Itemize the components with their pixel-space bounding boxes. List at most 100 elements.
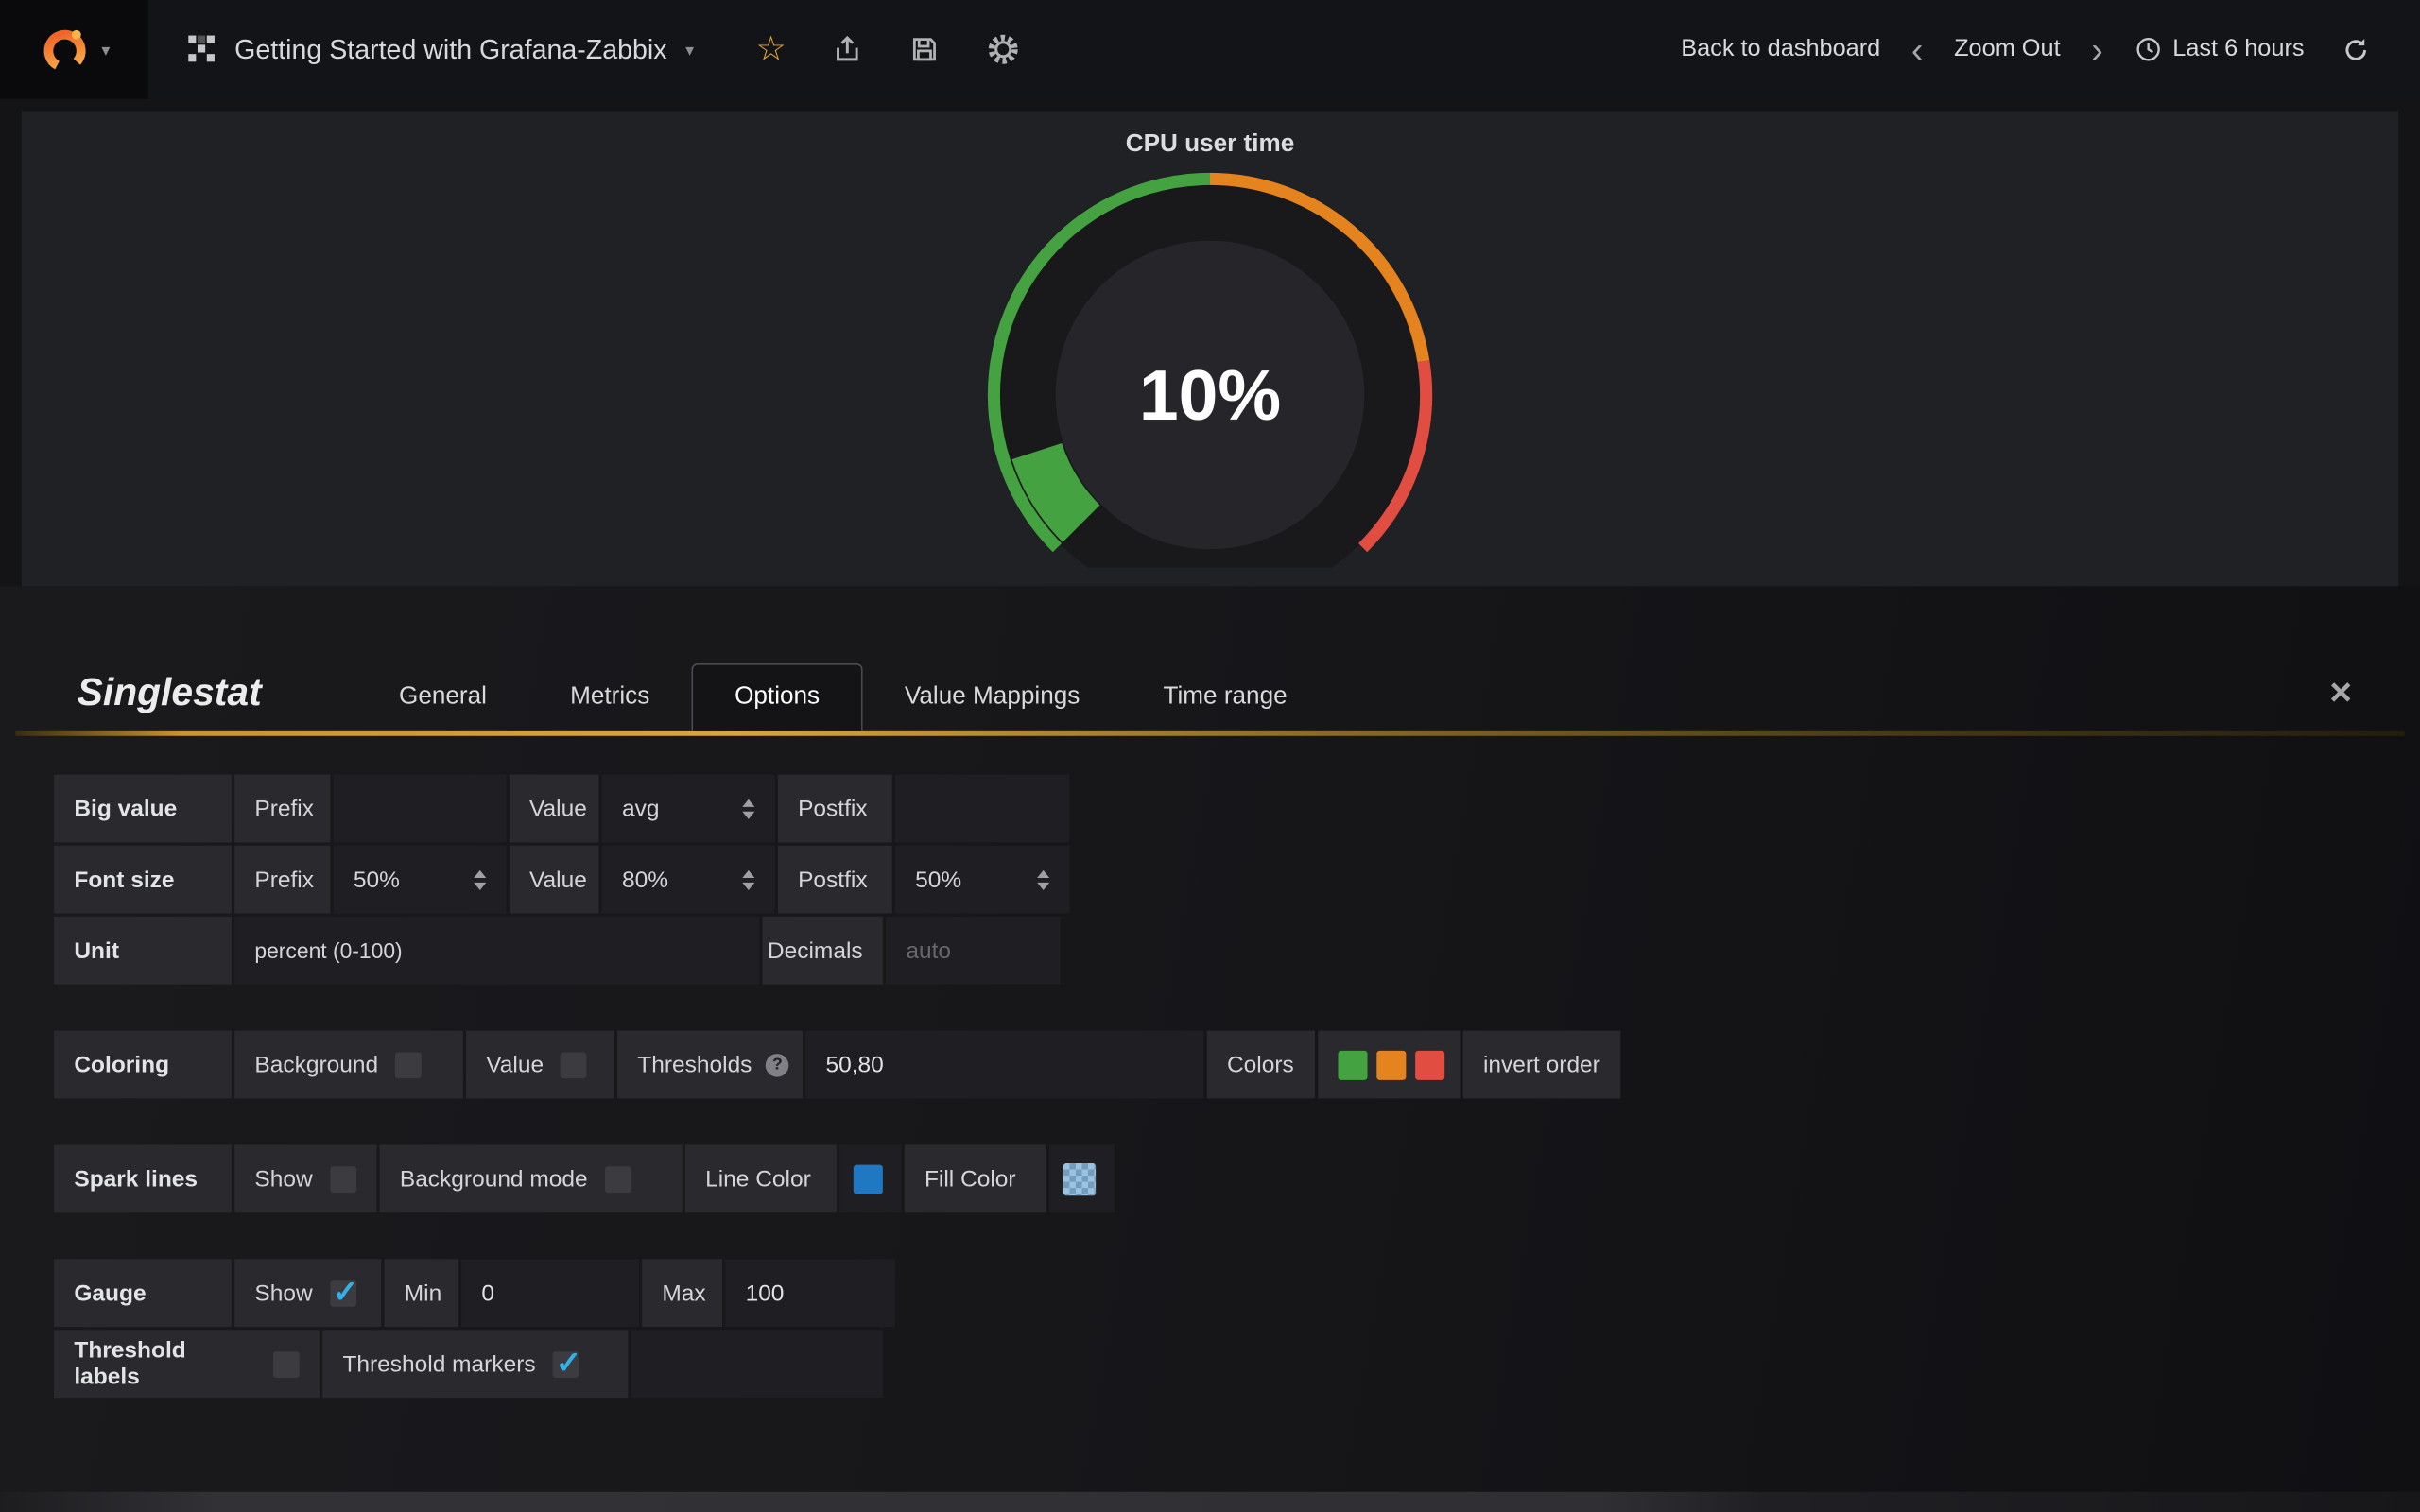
stepper-icon	[742, 799, 754, 818]
fill-color-overlay	[1063, 1162, 1096, 1194]
color-swatch-orange[interactable]	[1376, 1050, 1406, 1079]
fill-color-label: Fill Color	[905, 1144, 1046, 1212]
unit-value: percent (0-100)	[254, 938, 402, 963]
stepper-icon	[1037, 869, 1049, 889]
color-swatch-green[interactable]	[1339, 1050, 1368, 1079]
threshold-labels-checkbox[interactable]	[273, 1350, 300, 1377]
time-range-picker[interactable]: Last 6 hours	[2116, 36, 2323, 63]
time-shift-right-icon[interactable]: ›	[2079, 31, 2116, 67]
prefix-input[interactable]	[354, 796, 486, 822]
value-size-select[interactable]: 80%	[602, 846, 775, 914]
decimals-input[interactable]	[906, 937, 1040, 964]
navbar-right: Back to dashboard ‹ Zoom Out › Last 6 ho…	[1663, 31, 2420, 67]
postfix-input[interactable]	[915, 796, 1049, 822]
threshold-display-row: Threshold labels Threshold markers	[54, 1330, 2420, 1398]
font-value-label: Value	[510, 846, 599, 914]
big-value-label: Big value	[54, 775, 232, 843]
dashboard-actions: ☆	[755, 32, 1020, 66]
panel-title[interactable]: CPU user time	[22, 112, 2398, 160]
grafana-app: ▾ Getting Started with Grafana-Zabbix ▾ …	[0, 0, 2420, 1512]
panel-type-title: Singlestat	[78, 671, 262, 715]
tab-time-range[interactable]: Time range	[1121, 665, 1328, 731]
time-shift-left-icon[interactable]: ‹	[1899, 31, 1936, 67]
max-input[interactable]	[746, 1280, 875, 1306]
thresholds-help-icon[interactable]: ?	[766, 1053, 788, 1075]
threshold-markers-checkbox[interactable]	[553, 1350, 579, 1377]
fill-color-cell	[1049, 1144, 1115, 1212]
dashboard-caret-icon: ▾	[685, 40, 694, 60]
gauge-show-cell: Show	[234, 1259, 381, 1327]
max-input-cell	[725, 1259, 895, 1327]
back-to-dashboard-label: Back to dashboard	[1681, 36, 1880, 63]
threshold-markers-cell: Threshold markers	[322, 1330, 628, 1398]
coloring-background-checkbox[interactable]	[395, 1052, 422, 1078]
font-size-row: Font size Prefix 50% Value 80% Postfix	[54, 846, 2420, 914]
postfix-size-value: 50%	[915, 867, 961, 893]
invert-order-button[interactable]: invert order	[1463, 1031, 1621, 1099]
share-icon[interactable]	[833, 34, 864, 65]
star-icon[interactable]: ☆	[755, 32, 786, 66]
postfix-size-select[interactable]: 50%	[895, 846, 1069, 914]
line-color-label: Line Color	[685, 1144, 837, 1212]
bottom-panel-edge	[0, 1492, 2420, 1512]
decimals-input-cell	[886, 917, 1060, 985]
line-color-swatch[interactable]	[854, 1164, 883, 1194]
gauge-show-checkbox[interactable]	[330, 1280, 356, 1306]
save-icon[interactable]	[909, 34, 941, 65]
clock-icon	[2134, 36, 2161, 63]
editor-tabs: General Metrics Options Value Mappings T…	[357, 663, 1329, 731]
background-mode-checkbox[interactable]	[605, 1165, 631, 1192]
tab-value-mappings[interactable]: Value Mappings	[863, 665, 1122, 731]
threshold-labels-cell: Threshold labels	[54, 1330, 320, 1398]
coloring-background-cell: Background	[234, 1031, 463, 1099]
logo-caret-icon: ▾	[101, 40, 110, 60]
dashboard-grid-icon	[188, 36, 216, 63]
zoom-out-button[interactable]: Zoom Out	[1935, 36, 2079, 63]
value-size-value: 80%	[622, 867, 668, 893]
gauge-value-text: 10%	[1139, 355, 1281, 435]
coloring-row: Coloring Background Value Thresholds ? C…	[54, 1031, 2420, 1099]
fill-color-swatch[interactable]	[1063, 1162, 1096, 1194]
colors-label: Colors	[1207, 1031, 1315, 1099]
refresh-button[interactable]	[2323, 35, 2389, 64]
prefix-size-select[interactable]: 50%	[334, 846, 507, 914]
gauge-empty-cell	[631, 1330, 883, 1398]
spark-lines-group: Spark lines Show Background mode Line Co…	[54, 1144, 2420, 1212]
thresholds-label-cell: Thresholds ?	[617, 1031, 803, 1099]
tab-options[interactable]: Options	[691, 663, 862, 731]
gauge-label: Gauge	[54, 1259, 232, 1327]
postfix-label: Postfix	[778, 775, 892, 843]
font-size-label: Font size	[54, 846, 232, 914]
value-stat-select[interactable]: avg	[602, 775, 775, 843]
tab-general[interactable]: General	[357, 665, 528, 731]
min-input[interactable]	[481, 1280, 618, 1306]
font-postfix-label: Postfix	[778, 846, 892, 914]
unit-select[interactable]: percent (0-100)	[234, 917, 759, 985]
grafana-flame-icon	[38, 23, 91, 76]
editor-header: Singlestat General Metrics Options Value…	[0, 642, 2420, 731]
panel-editor: Singlestat General Metrics Options Value…	[0, 586, 2420, 1512]
spark-show-checkbox[interactable]	[330, 1165, 356, 1192]
back-to-dashboard-button[interactable]: Back to dashboard	[1663, 36, 1899, 63]
grafana-logo-menu[interactable]: ▾	[0, 0, 148, 98]
unit-label: Unit	[54, 917, 232, 985]
thresholds-input[interactable]	[825, 1052, 1184, 1078]
coloring-label: Coloring	[54, 1031, 232, 1099]
coloring-value-checkbox[interactable]	[561, 1052, 587, 1078]
coloring-group: Coloring Background Value Thresholds ? C…	[54, 1031, 2420, 1099]
line-color-cell	[839, 1144, 901, 1212]
decimals-label: Decimals	[763, 917, 883, 985]
color-swatch-red[interactable]	[1415, 1050, 1444, 1079]
min-label: Min	[385, 1259, 458, 1327]
settings-gear-icon[interactable]	[987, 32, 1021, 66]
invert-order-label: invert order	[1483, 1052, 1600, 1078]
singlestat-panel: CPU user time 10%	[22, 112, 2398, 587]
prefix-size-value: 50%	[354, 867, 400, 893]
dashboard-title-menu[interactable]: Getting Started with Grafana-Zabbix ▾	[148, 0, 732, 98]
coloring-value-cell: Value	[466, 1031, 614, 1099]
gauge-row: Gauge Show Min Max	[54, 1259, 2420, 1327]
prefix-input-cell	[334, 775, 507, 843]
close-editor-icon[interactable]: ×	[2329, 674, 2352, 713]
tab-metrics[interactable]: Metrics	[528, 665, 691, 731]
big-value-row: Big value Prefix Value avg Postfix	[54, 775, 2420, 843]
